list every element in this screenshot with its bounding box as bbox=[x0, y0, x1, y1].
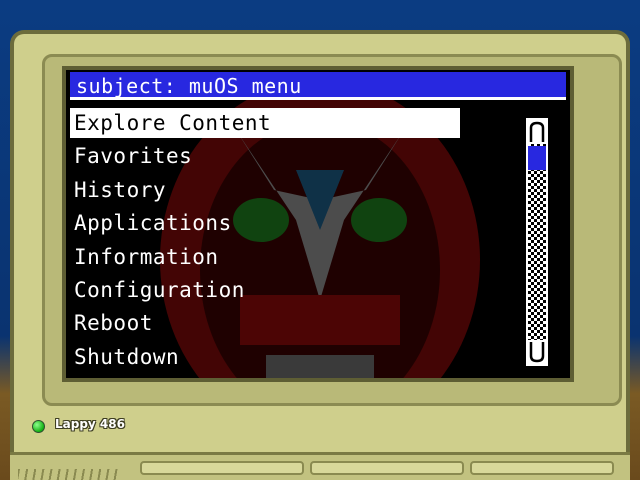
menu-item-configuration[interactable]: Configuration bbox=[70, 275, 460, 308]
menu-item-label: Configuration bbox=[74, 277, 245, 302]
menu-item-label: History bbox=[74, 177, 167, 202]
menu-item-favorites[interactable]: Favorites bbox=[70, 141, 460, 174]
menu-item-history[interactable]: History bbox=[70, 175, 460, 208]
menu-item-label: Information bbox=[74, 244, 219, 269]
menu-item-explore-content[interactable]: Explore Content bbox=[70, 108, 460, 138]
main-menu: Explore Content Favorites History Applic… bbox=[70, 108, 460, 375]
keyboard-ridge bbox=[470, 461, 614, 475]
up-arrow-icon[interactable] bbox=[528, 120, 546, 144]
power-led-icon bbox=[32, 420, 45, 433]
menu-item-label: Favorites bbox=[74, 144, 193, 169]
keyboard-base bbox=[10, 452, 630, 480]
menu-item-applications[interactable]: Applications bbox=[70, 208, 460, 241]
menu-item-shutdown[interactable]: Shutdown bbox=[70, 342, 460, 375]
menu-item-label: Explore Content bbox=[74, 111, 272, 135]
keyboard-ridge bbox=[310, 461, 464, 475]
screen: subject: muOS menu Explore Content Favor… bbox=[62, 66, 574, 382]
device-brand-label: Lappy 486 bbox=[55, 417, 125, 431]
menu-item-label: Reboot bbox=[74, 311, 153, 336]
menu-scrollbar[interactable] bbox=[526, 118, 548, 366]
window-title-bar: subject: muOS menu bbox=[70, 72, 566, 100]
menu-item-information[interactable]: Information bbox=[70, 242, 460, 275]
vent-grille bbox=[18, 469, 118, 480]
scrollbar-thumb[interactable] bbox=[528, 146, 546, 170]
menu-item-label: Applications bbox=[74, 211, 232, 236]
menu-item-label: Shutdown bbox=[74, 344, 180, 369]
scene: subject: muOS menu Explore Content Favor… bbox=[0, 0, 640, 480]
window-title: subject: muOS menu bbox=[76, 74, 302, 98]
scrollbar-track[interactable] bbox=[528, 144, 546, 340]
keyboard-ridge bbox=[140, 461, 304, 475]
down-arrow-icon[interactable] bbox=[528, 340, 546, 364]
menu-item-reboot[interactable]: Reboot bbox=[70, 308, 460, 341]
